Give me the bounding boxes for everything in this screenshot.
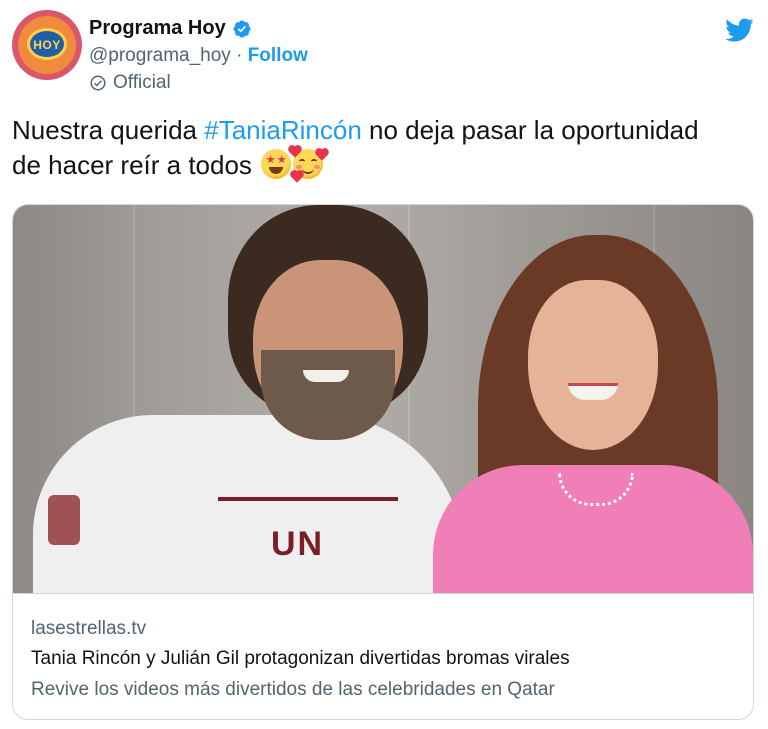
photo-person-man: UN	[23, 205, 463, 593]
handle-row: @programa_hoy · Follow	[89, 45, 308, 67]
woman-face	[528, 280, 658, 450]
verified-badge-icon	[233, 19, 251, 38]
smiling-face-with-hearts-emoji-icon	[289, 146, 328, 183]
shirt-sleeve-logo	[48, 495, 80, 545]
card-image[interactable]: UN	[13, 205, 753, 593]
handle-separator: ·	[230, 45, 248, 66]
man-shirt	[33, 415, 463, 593]
follow-button[interactable]: Follow	[248, 45, 308, 66]
twitter-bird-icon[interactable]	[722, 15, 756, 45]
display-name[interactable]: Programa Hoy	[89, 17, 226, 40]
hashtag-link[interactable]: #TaniaRincón	[204, 115, 362, 145]
card-description[interactable]: Revive los videos más divertidos de las …	[31, 679, 555, 701]
link-preview-card[interactable]: UN lasestrellas.tv Tania Rincón y Julián…	[12, 204, 754, 720]
card-meta[interactable]: lasestrellas.tv Tania Rincón y Julián Gi…	[13, 593, 753, 719]
shirt-graphic-line	[218, 497, 398, 501]
name-row: Programa Hoy	[89, 17, 252, 40]
handle[interactable]: @programa_hoy	[89, 45, 231, 66]
shirt-text: UN	[271, 525, 325, 563]
card-domain[interactable]: lasestrellas.tv	[31, 618, 146, 640]
avatar-logo-text: HOY	[33, 38, 61, 52]
card-title[interactable]: Tania Rincón y Julián Gil protagonizan d…	[31, 648, 570, 670]
avatar[interactable]: HOY	[12, 10, 82, 80]
tweet-header: HOY Programa Hoy @programa_hoy · Follow …	[12, 10, 756, 100]
official-label: Official	[113, 72, 171, 93]
check-circle-icon	[90, 75, 106, 91]
avatar-logo: HOY	[27, 28, 67, 60]
photo-person-woman	[433, 235, 753, 593]
official-label-row: Official	[89, 72, 171, 94]
tweet-text: Nuestra querida #TaniaRincón no deja pas…	[12, 113, 712, 183]
tweet-text-before: Nuestra querida	[12, 115, 205, 145]
star-struck-emoji-icon	[261, 149, 292, 179]
man-smile	[303, 370, 349, 382]
